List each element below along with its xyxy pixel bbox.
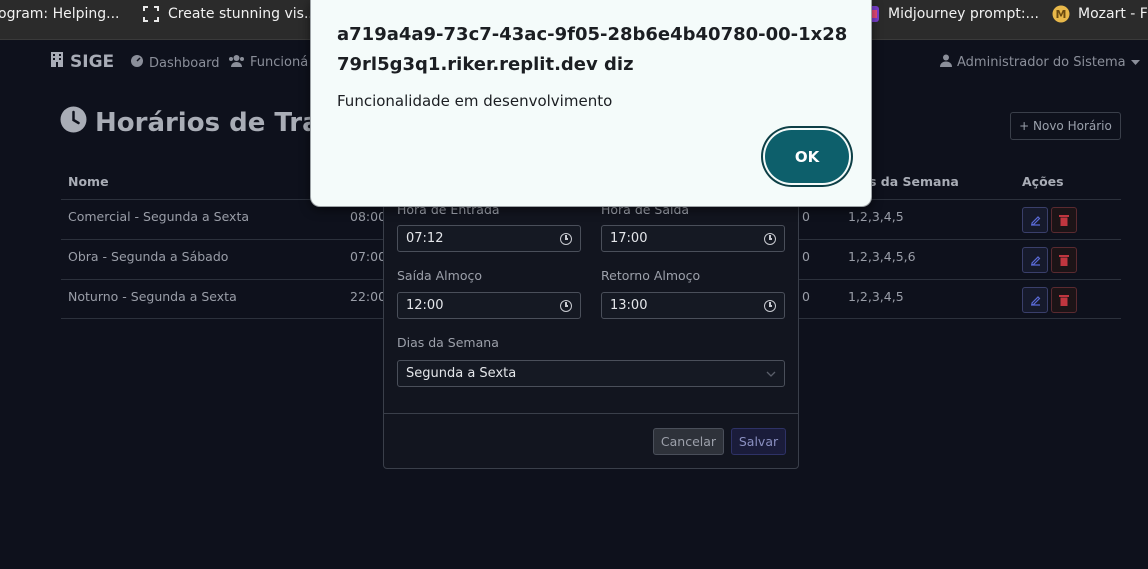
cell-entrada: 22:00 (350, 289, 387, 304)
cell-nome: Obra - Segunda a Sábado (68, 249, 229, 264)
dias-semana-select[interactable]: Segunda a Sexta (397, 360, 785, 387)
clock-icon[interactable] (560, 232, 572, 245)
clock-icon[interactable] (560, 299, 572, 312)
cell-nome: Noturno - Segunda a Sexta (68, 289, 237, 304)
hora-entrada-input[interactable]: 07:12 (397, 225, 581, 252)
ok-button[interactable]: OK (765, 130, 849, 183)
hora-saida-input[interactable]: 17:00 (601, 225, 785, 252)
hora-saida-value: 17:00 (610, 231, 648, 246)
trash-icon (1059, 255, 1069, 266)
cell-saida: 0 (802, 289, 810, 304)
clock-icon (60, 106, 87, 140)
cell-dias: 1,2,3,4,5 (848, 289, 904, 304)
bookmark-item[interactable]: Midjourney prompt:... (862, 0, 1039, 28)
clock-icon[interactable] (764, 299, 776, 312)
bookmark-item[interactable]: ogram: Helping... (0, 0, 120, 28)
new-schedule-button[interactable]: + Novo Horário (1010, 112, 1121, 140)
saida-almoco-input[interactable]: 12:00 (397, 292, 581, 319)
bookmark-label: Midjourney prompt:... (888, 6, 1039, 22)
saida-almoco-label: Saída Almoço (397, 268, 483, 283)
edit-button[interactable] (1022, 207, 1048, 233)
clock-icon[interactable] (764, 232, 776, 245)
edit-icon (1030, 215, 1040, 226)
frame-icon (142, 5, 160, 23)
bookmark-label: Mozart - F (1078, 6, 1148, 22)
nav-funcionarios-label: Funcioná (250, 55, 309, 70)
chevron-down-icon (766, 366, 776, 381)
edit-icon (1030, 255, 1040, 266)
column-header-nome: Nome (68, 174, 109, 189)
dialog-title: a719a4a9-73c7-43ac-9f05-28b6e4b40780-00-… (337, 24, 848, 75)
cancel-button[interactable]: Cancelar (653, 428, 724, 455)
user-menu[interactable]: Administrador do Sistema (940, 54, 1140, 71)
brand[interactable]: SIGE (50, 51, 114, 72)
user-icon (940, 54, 952, 71)
column-header-dias: s da Semana (869, 174, 959, 189)
schedule-modal: Hora de Entrada 07:12 Hora de Saída 17:0… (383, 180, 799, 469)
cell-dias: 1,2,3,4,5 (848, 209, 904, 224)
delete-button[interactable] (1051, 207, 1077, 233)
bookmark-item[interactable]: M Mozart - F (1052, 0, 1148, 28)
users-icon (228, 54, 245, 71)
delete-button[interactable] (1051, 287, 1077, 313)
nav-dashboard-label: Dashboard (149, 55, 220, 71)
bookmark-item[interactable]: Create stunning vis... (142, 0, 317, 28)
svg-text:M: M (1056, 8, 1067, 21)
hora-entrada-value: 07:12 (406, 231, 444, 246)
cell-dias: 1,2,3,4,5,6 (848, 249, 916, 264)
dias-semana-value: Segunda a Sexta (406, 366, 517, 381)
bookmark-label: ogram: Helping... (0, 6, 120, 22)
dialog-message: Funcionalidade em desenvolvimento (337, 92, 613, 110)
user-menu-label: Administrador do Sistema (957, 55, 1126, 70)
dashboard-icon (130, 54, 144, 72)
save-button[interactable]: Salvar (731, 428, 786, 455)
cell-saida: 0 (802, 249, 810, 264)
retorno-almoco-input[interactable]: 13:00 (601, 292, 785, 319)
edit-button[interactable] (1022, 247, 1048, 273)
bookmark-label: Create stunning vis... (168, 6, 318, 22)
column-header-acoes: Ações (1022, 174, 1064, 189)
delete-button[interactable] (1051, 247, 1077, 273)
edit-button[interactable] (1022, 287, 1048, 313)
trash-icon (1059, 215, 1069, 226)
alert-dialog: a719a4a9-73c7-43ac-9f05-28b6e4b40780-00-… (310, 0, 872, 207)
building-icon (50, 51, 64, 72)
brand-label: SIGE (70, 51, 115, 72)
trash-icon (1059, 295, 1069, 306)
mozart-icon: M (1052, 5, 1070, 23)
modal-divider (384, 413, 798, 414)
nav-funcionarios[interactable]: Funcioná (228, 54, 308, 71)
retorno-almoco-value: 13:00 (610, 298, 648, 313)
cell-saida: 0 (802, 209, 810, 224)
nav-dashboard[interactable]: Dashboard (130, 54, 220, 72)
dias-semana-label: Dias da Semana (397, 335, 499, 350)
cell-entrada: 07:00 (350, 249, 387, 264)
cell-nome: Comercial - Segunda a Sexta (68, 209, 250, 224)
cell-entrada: 08:00 (350, 209, 387, 224)
edit-icon (1030, 295, 1040, 306)
retorno-almoco-label: Retorno Almoço (601, 268, 701, 283)
saida-almoco-value: 12:00 (406, 298, 444, 313)
caret-down-icon (1130, 55, 1140, 70)
